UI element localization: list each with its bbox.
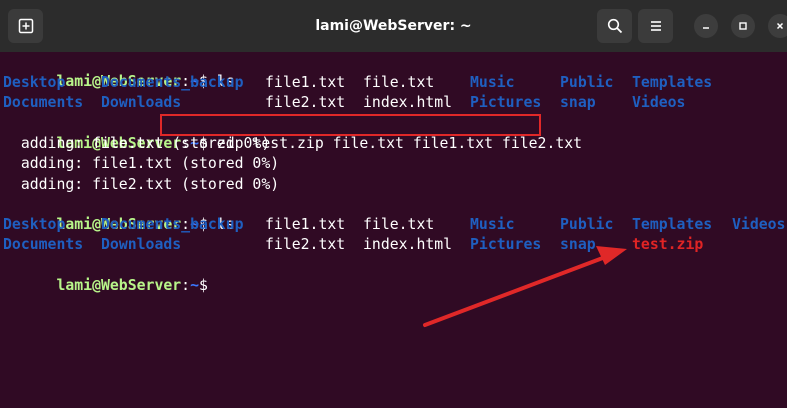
annotation-arrow-icon (423, 246, 627, 327)
terminal-window: lami@WebServer: ~ lami@WebServer:~$ ls D… (0, 0, 787, 408)
